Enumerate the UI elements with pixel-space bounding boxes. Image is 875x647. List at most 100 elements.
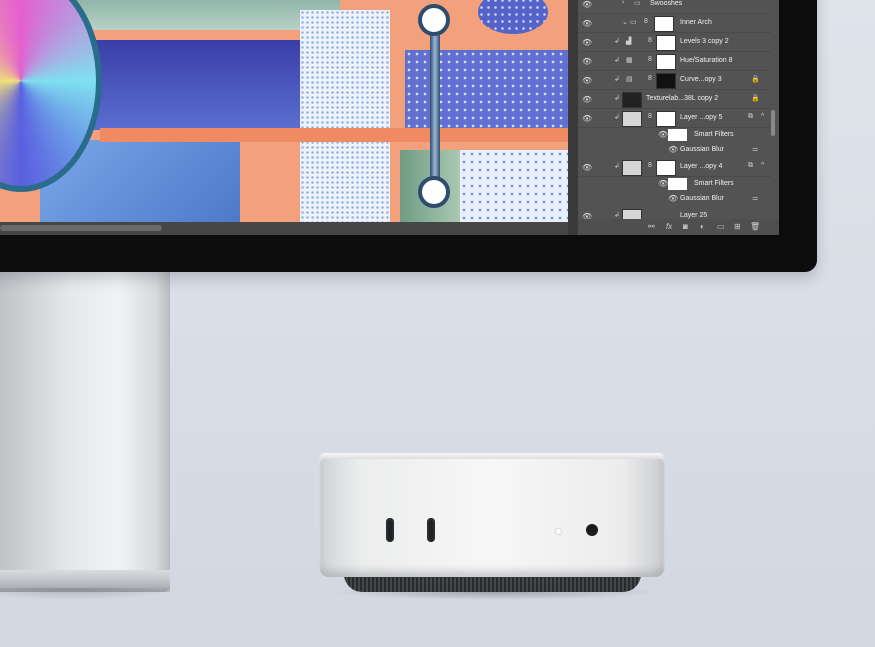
visibility-eye-icon[interactable]: 👁 <box>582 163 592 172</box>
visibility-eye-icon[interactable]: 👁 <box>582 0 592 9</box>
layer-row-texturelab[interactable]: 👁 ↲ Texturelab...38L copy 2 🔒 <box>578 90 771 109</box>
lock-icon: 🔒 <box>751 76 760 83</box>
power-indicator-led <box>556 529 561 534</box>
smart-filters-row[interactable]: 👁 Smart Filters <box>578 177 771 192</box>
clipping-arrow-icon: ↲ <box>614 212 620 219</box>
disclosure-arrow-icon[interactable]: › <box>622 0 624 6</box>
smart-filter-mask[interactable] <box>668 178 687 190</box>
filter-options-icon[interactable]: ⚌ <box>752 145 758 153</box>
smart-filters-row[interactable]: 👁 Smart Filters <box>578 128 771 143</box>
layer-name: Layer ...opy 5 <box>680 114 723 121</box>
visibility-eye-icon[interactable]: 👁 <box>658 179 668 188</box>
layer-thumbnail[interactable] <box>622 111 642 127</box>
studio-display: 👁 › ▭ Swooshes 👁 ⌄ ▭ 8 Inner Arch 👁 ↲ ▟ … <box>0 0 817 272</box>
layer-row-levels[interactable]: 👁 ↲ ▟ 8 Levels 3 copy 2 <box>578 33 771 52</box>
link-icon: 8 <box>648 56 652 63</box>
collapse-arrow-icon[interactable]: ^ <box>761 113 764 120</box>
layer-row-inner-arch[interactable]: 👁 ⌄ ▭ 8 Inner Arch <box>578 14 771 33</box>
layers-scrollbar[interactable] <box>771 110 775 136</box>
link-layers-icon[interactable]: ⚯ <box>648 222 655 231</box>
usb-c-port-left <box>386 518 394 542</box>
layer-mask-thumbnail[interactable] <box>654 16 674 32</box>
visibility-eye-icon[interactable]: 👁 <box>582 76 592 85</box>
folder-icon: ▭ <box>634 0 641 7</box>
gaussian-blur-row[interactable]: 👁 Gaussian Blur ⚌ <box>578 192 771 207</box>
visibility-eye-icon[interactable]: 👁 <box>658 130 668 139</box>
new-group-icon[interactable]: ▭ <box>717 222 725 231</box>
layer-name: Texturelab...38L copy 2 <box>646 95 719 102</box>
link-icon: 8 <box>648 162 652 169</box>
layer-thumbnail[interactable] <box>622 209 642 219</box>
layer-mask-thumbnail[interactable] <box>656 54 676 70</box>
visibility-eye-icon[interactable]: 👁 <box>668 194 678 203</box>
layer-name: Layer ...opy 4 <box>680 163 723 170</box>
delete-layer-icon[interactable]: 🗑 <box>750 222 760 231</box>
layer-row-hue-saturation[interactable]: 👁 ↲ ▦ 8 Hue/Saturation 8 <box>578 52 771 71</box>
visibility-eye-icon[interactable]: 👁 <box>582 19 592 28</box>
layer-thumbnail[interactable] <box>622 92 642 108</box>
art-tube <box>430 10 440 190</box>
smart-filter-mask[interactable] <box>668 129 687 141</box>
art-lightgrid <box>460 150 568 222</box>
lock-icon: 🔒 <box>751 95 760 102</box>
layer-mask-thumbnail[interactable] <box>656 111 676 127</box>
adjustment-layer-icon[interactable]: ◐ <box>700 222 705 231</box>
layer-row-swooshes[interactable]: 👁 › ▭ Swooshes <box>578 0 771 14</box>
disclosure-arrow-icon[interactable]: ⌄ <box>622 18 628 26</box>
new-layer-icon[interactable]: ⊞ <box>734 222 741 231</box>
layer-name: Inner Arch <box>680 19 712 26</box>
layer-name: Hue/Saturation 8 <box>680 57 733 64</box>
add-mask-icon[interactable]: ◙ <box>683 222 688 231</box>
layer-row-layer-25[interactable]: 👁 ↲ Layer 25 <box>578 207 771 219</box>
art-dot-panel <box>300 10 390 222</box>
visibility-eye-icon[interactable]: 👁 <box>582 95 592 104</box>
layer-mask-thumbnail[interactable] <box>656 160 676 176</box>
visibility-eye-icon[interactable]: 👁 <box>668 145 678 154</box>
layer-name: Levels 3 copy 2 <box>680 38 729 45</box>
layer-row-layer-copy-5[interactable]: 👁 ↲ 8 Layer ...opy 5 ⧉ ^ <box>578 109 771 128</box>
photoshop-screen: 👁 › ▭ Swooshes 👁 ⌄ ▭ 8 Inner Arch 👁 ↲ ▟ … <box>0 0 779 235</box>
stand-shadow <box>0 588 180 600</box>
art-salmon-bar <box>100 128 568 142</box>
layer-name: Curve...opy 3 <box>680 76 722 83</box>
scrollbar-thumb[interactable] <box>0 225 162 231</box>
smart-object-icon: ⧉ <box>748 113 753 120</box>
layers-panel: 👁 › ▭ Swooshes 👁 ⌄ ▭ 8 Inner Arch 👁 ↲ ▟ … <box>578 0 779 235</box>
smart-object-icon: ⧉ <box>748 162 753 169</box>
studio-display-stand <box>0 262 170 592</box>
layer-mask-thumbnail[interactable] <box>656 35 676 51</box>
layers-panel-footer: ⚯ fx ◙ ◐ ▭ ⊞ 🗑 <box>578 219 779 235</box>
canvas-horizontal-scrollbar[interactable] <box>0 222 568 235</box>
curves-icon: ▤ <box>626 76 633 83</box>
gaussian-blur-label: Gaussian Blur <box>680 195 724 202</box>
visibility-eye-icon[interactable]: 👁 <box>582 212 592 219</box>
layer-thumbnail[interactable] <box>622 160 642 176</box>
artwork-canvas[interactable] <box>0 0 568 222</box>
link-icon: 8 <box>648 113 652 120</box>
smart-filters-label: Smart Filters <box>694 180 734 187</box>
art-blue-panel <box>70 40 310 130</box>
link-icon: 8 <box>644 18 648 25</box>
visibility-eye-icon[interactable]: 👁 <box>582 38 592 47</box>
filter-options-icon[interactable]: ⚌ <box>752 194 758 202</box>
layer-mask-thumbnail[interactable] <box>656 73 676 89</box>
clipping-arrow-icon: ↲ <box>614 114 620 121</box>
visibility-eye-icon[interactable]: 👁 <box>582 114 592 123</box>
mac-mini-top-edge <box>319 453 665 459</box>
gaussian-blur-label: Gaussian Blur <box>680 146 724 153</box>
clipping-arrow-icon: ↲ <box>614 95 620 102</box>
link-icon: 8 <box>648 75 652 82</box>
fx-icon[interactable]: fx <box>666 222 672 231</box>
art-purple-circle <box>478 0 548 34</box>
mac-mini <box>319 453 665 577</box>
art-teal-bar <box>60 0 340 30</box>
layer-row-layer-copy-4[interactable]: 👁 ↲ 8 Layer ...opy 4 ⧉ ^ <box>578 158 771 177</box>
layer-row-curves[interactable]: 👁 ↲ ▤ 8 Curve...opy 3 🔒 <box>578 71 771 90</box>
visibility-eye-icon[interactable]: 👁 <box>582 57 592 66</box>
clipping-arrow-icon: ↲ <box>614 38 620 45</box>
folder-icon: ▭ <box>630 19 637 26</box>
smart-filters-label: Smart Filters <box>694 131 734 138</box>
gaussian-blur-row[interactable]: 👁 Gaussian Blur ⚌ <box>578 143 771 158</box>
collapse-arrow-icon[interactable]: ^ <box>761 162 764 169</box>
clipping-arrow-icon: ↲ <box>614 76 620 83</box>
